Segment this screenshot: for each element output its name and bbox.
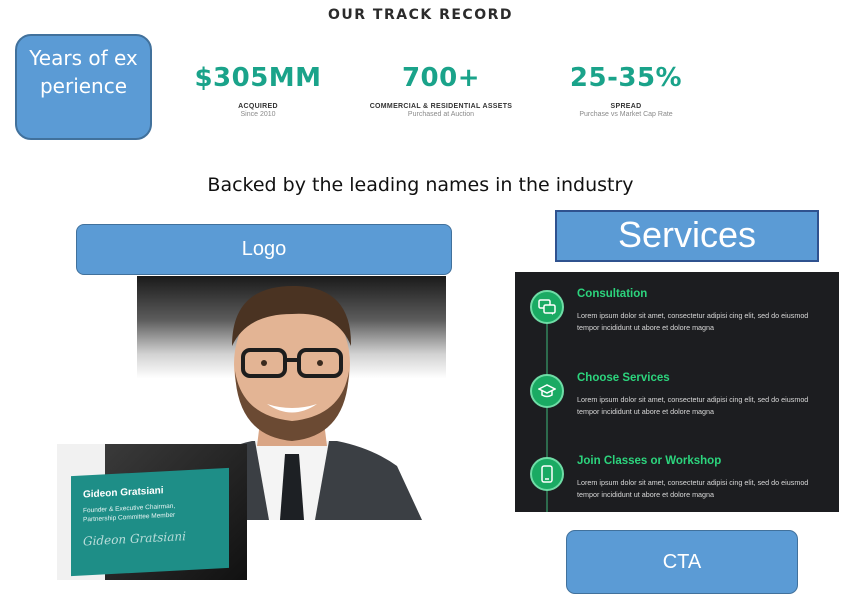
- mobile-icon: [530, 457, 564, 491]
- service-item: Join Classes or Workshop Lorem ipsum dol…: [515, 455, 839, 512]
- service-description: Lorem ipsum dolor sit amet, consectetur …: [577, 478, 809, 499]
- services-panel: Consultation Lorem ipsum dolor sit amet,…: [515, 272, 839, 512]
- founder-role: Founder & Executive Chairman, Partnershi…: [83, 499, 229, 525]
- services-heading-box: Services: [555, 210, 819, 262]
- service-item: Choose Services Lorem ipsum dolor sit am…: [515, 372, 839, 452]
- graduation-cap-icon: [530, 374, 564, 408]
- signature-image: Gideon Gratsiani: [83, 529, 186, 549]
- track-record-heading: OUR TRACK RECORD: [327, 7, 513, 23]
- stat-assets: 700+ COMMERCIAL & RESIDENTIAL ASSETS Pur…: [361, 63, 521, 118]
- service-title[interactable]: Join Classes or Workshop: [577, 455, 721, 467]
- stat-label: ACQUIRED: [238, 103, 278, 110]
- stat-sublabel: Purchased at Auction: [407, 111, 475, 118]
- stat-value: $305MM: [194, 63, 322, 93]
- chat-icon: [530, 290, 564, 324]
- stat-sublabel: Purchase vs Market Cap Rate: [579, 111, 673, 118]
- stat-value: 25-35%: [569, 63, 683, 93]
- stat-sublabel: Since 2010: [240, 111, 276, 118]
- founder-card-panel: Gideon Gratsiani Founder & Executive Cha…: [71, 467, 229, 577]
- stat-spread: 25-35% SPREAD Purchase vs Market Cap Rat…: [556, 63, 696, 118]
- stat-label: SPREAD: [610, 103, 642, 110]
- service-description: Lorem ipsum dolor sit amet, consectetur …: [577, 311, 809, 332]
- founder-name: Gideon Gratsiani: [83, 485, 164, 501]
- service-item: Consultation Lorem ipsum dolor sit amet,…: [515, 288, 839, 368]
- logo-placeholder-button[interactable]: Logo: [76, 224, 452, 275]
- stat-value: 700+: [401, 63, 481, 93]
- years-of-experience-box: Years of experience: [15, 34, 152, 140]
- backers-tagline: Backed by the leading names in the indus…: [207, 174, 634, 196]
- service-title[interactable]: Consultation: [577, 288, 647, 300]
- service-title[interactable]: Choose Services: [577, 372, 670, 384]
- cta-button[interactable]: CTA: [566, 530, 798, 594]
- founder-card: Gideon Gratsiani Founder & Executive Cha…: [57, 444, 247, 580]
- stat-acquired: $305MM ACQUIRED Since 2010: [186, 63, 330, 118]
- stat-label: COMMERCIAL & RESIDENTIAL ASSETS: [369, 103, 513, 110]
- service-description: Lorem ipsum dolor sit amet, consectetur …: [577, 395, 809, 416]
